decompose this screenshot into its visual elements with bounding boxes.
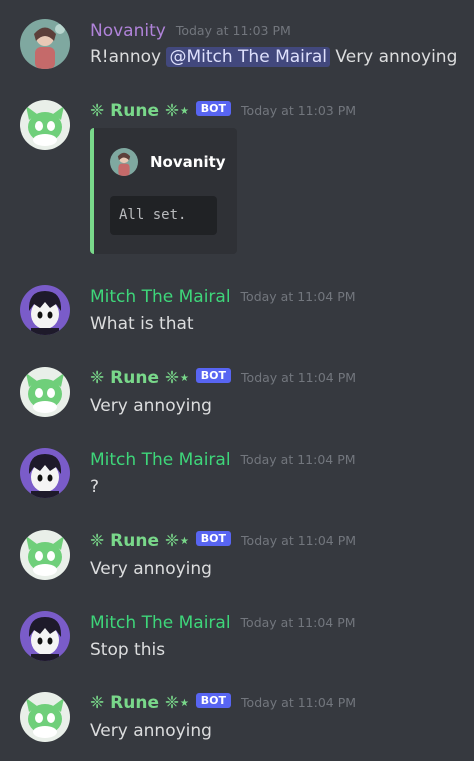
message-header: ❈ Rune ❈⋆ BOT Today at 11:04 PM: [90, 692, 357, 713]
rune-avatar-icon[interactable]: [20, 530, 70, 580]
username[interactable]: ❈ Rune ❈⋆: [90, 368, 190, 388]
username[interactable]: ❈ Rune ❈⋆: [90, 693, 190, 713]
message-content: R!annoy @Mitch The Mairal Very annoying: [90, 46, 457, 68]
timestamp: Today at 11:03 PM: [241, 103, 357, 118]
mitch-avatar-icon[interactable]: [20, 285, 70, 335]
embed-author[interactable]: Novanity: [150, 153, 226, 171]
username[interactable]: Novanity: [90, 21, 166, 41]
message-text: Very annoying: [330, 47, 458, 67]
novanity-embed-avatar-icon: [110, 148, 138, 176]
mitch-avatar-icon[interactable]: [20, 611, 70, 661]
timestamp: Today at 11:04 PM: [241, 533, 357, 548]
message-header: Mitch The Mairal Today at 11:04 PM: [90, 613, 356, 633]
message-header: Mitch The Mairal Today at 11:04 PM: [90, 287, 356, 307]
bot-tag: BOT: [195, 692, 232, 708]
user-mention[interactable]: @Mitch The Mairal: [166, 47, 331, 67]
code-block: All set.: [110, 196, 217, 235]
bot-tag: BOT: [195, 530, 232, 546]
rune-avatar-icon[interactable]: [20, 100, 70, 150]
timestamp: Today at 11:04 PM: [240, 289, 356, 304]
timestamp: Today at 11:04 PM: [241, 370, 357, 385]
message-text: What is that: [90, 314, 194, 334]
message-text: ?: [90, 477, 100, 497]
chat-messages: Novanity Today at 11:03 PM R!annoy @Mitc…: [0, 0, 474, 761]
message-header: ❈ Rune ❈⋆ BOT Today at 11:04 PM: [90, 530, 357, 551]
bot-tag: BOT: [195, 367, 232, 383]
novanity-avatar-icon[interactable]: [20, 19, 70, 69]
message-text: Very annoying: [90, 559, 212, 579]
timestamp: Today at 11:04 PM: [240, 615, 356, 630]
bot-tag: BOT: [195, 100, 232, 116]
timestamp: Today at 11:04 PM: [241, 695, 357, 710]
rune-avatar-icon[interactable]: [20, 692, 70, 742]
username[interactable]: ❈ Rune ❈⋆: [90, 101, 190, 121]
message-header: Novanity Today at 11:03 PM: [90, 21, 291, 41]
embed: Novanity All set.: [90, 128, 237, 254]
timestamp: Today at 11:03 PM: [175, 23, 291, 38]
message-text: Very annoying: [90, 396, 212, 416]
message-text: Stop this: [90, 640, 166, 660]
message-text: Very annoying: [90, 721, 212, 741]
username[interactable]: Mitch The Mairal: [90, 287, 231, 307]
message-header: ❈ Rune ❈⋆ BOT Today at 11:03 PM: [90, 100, 357, 121]
username[interactable]: Mitch The Mairal: [90, 613, 231, 633]
rune-avatar-icon[interactable]: [20, 367, 70, 417]
message-header: ❈ Rune ❈⋆ BOT Today at 11:04 PM: [90, 367, 357, 388]
username[interactable]: ❈ Rune ❈⋆: [90, 531, 190, 551]
message-header: Mitch The Mairal Today at 11:04 PM: [90, 450, 356, 470]
timestamp: Today at 11:04 PM: [240, 452, 356, 467]
mitch-avatar-icon[interactable]: [20, 448, 70, 498]
message-text: R!annoy: [90, 47, 167, 67]
username[interactable]: Mitch The Mairal: [90, 450, 231, 470]
